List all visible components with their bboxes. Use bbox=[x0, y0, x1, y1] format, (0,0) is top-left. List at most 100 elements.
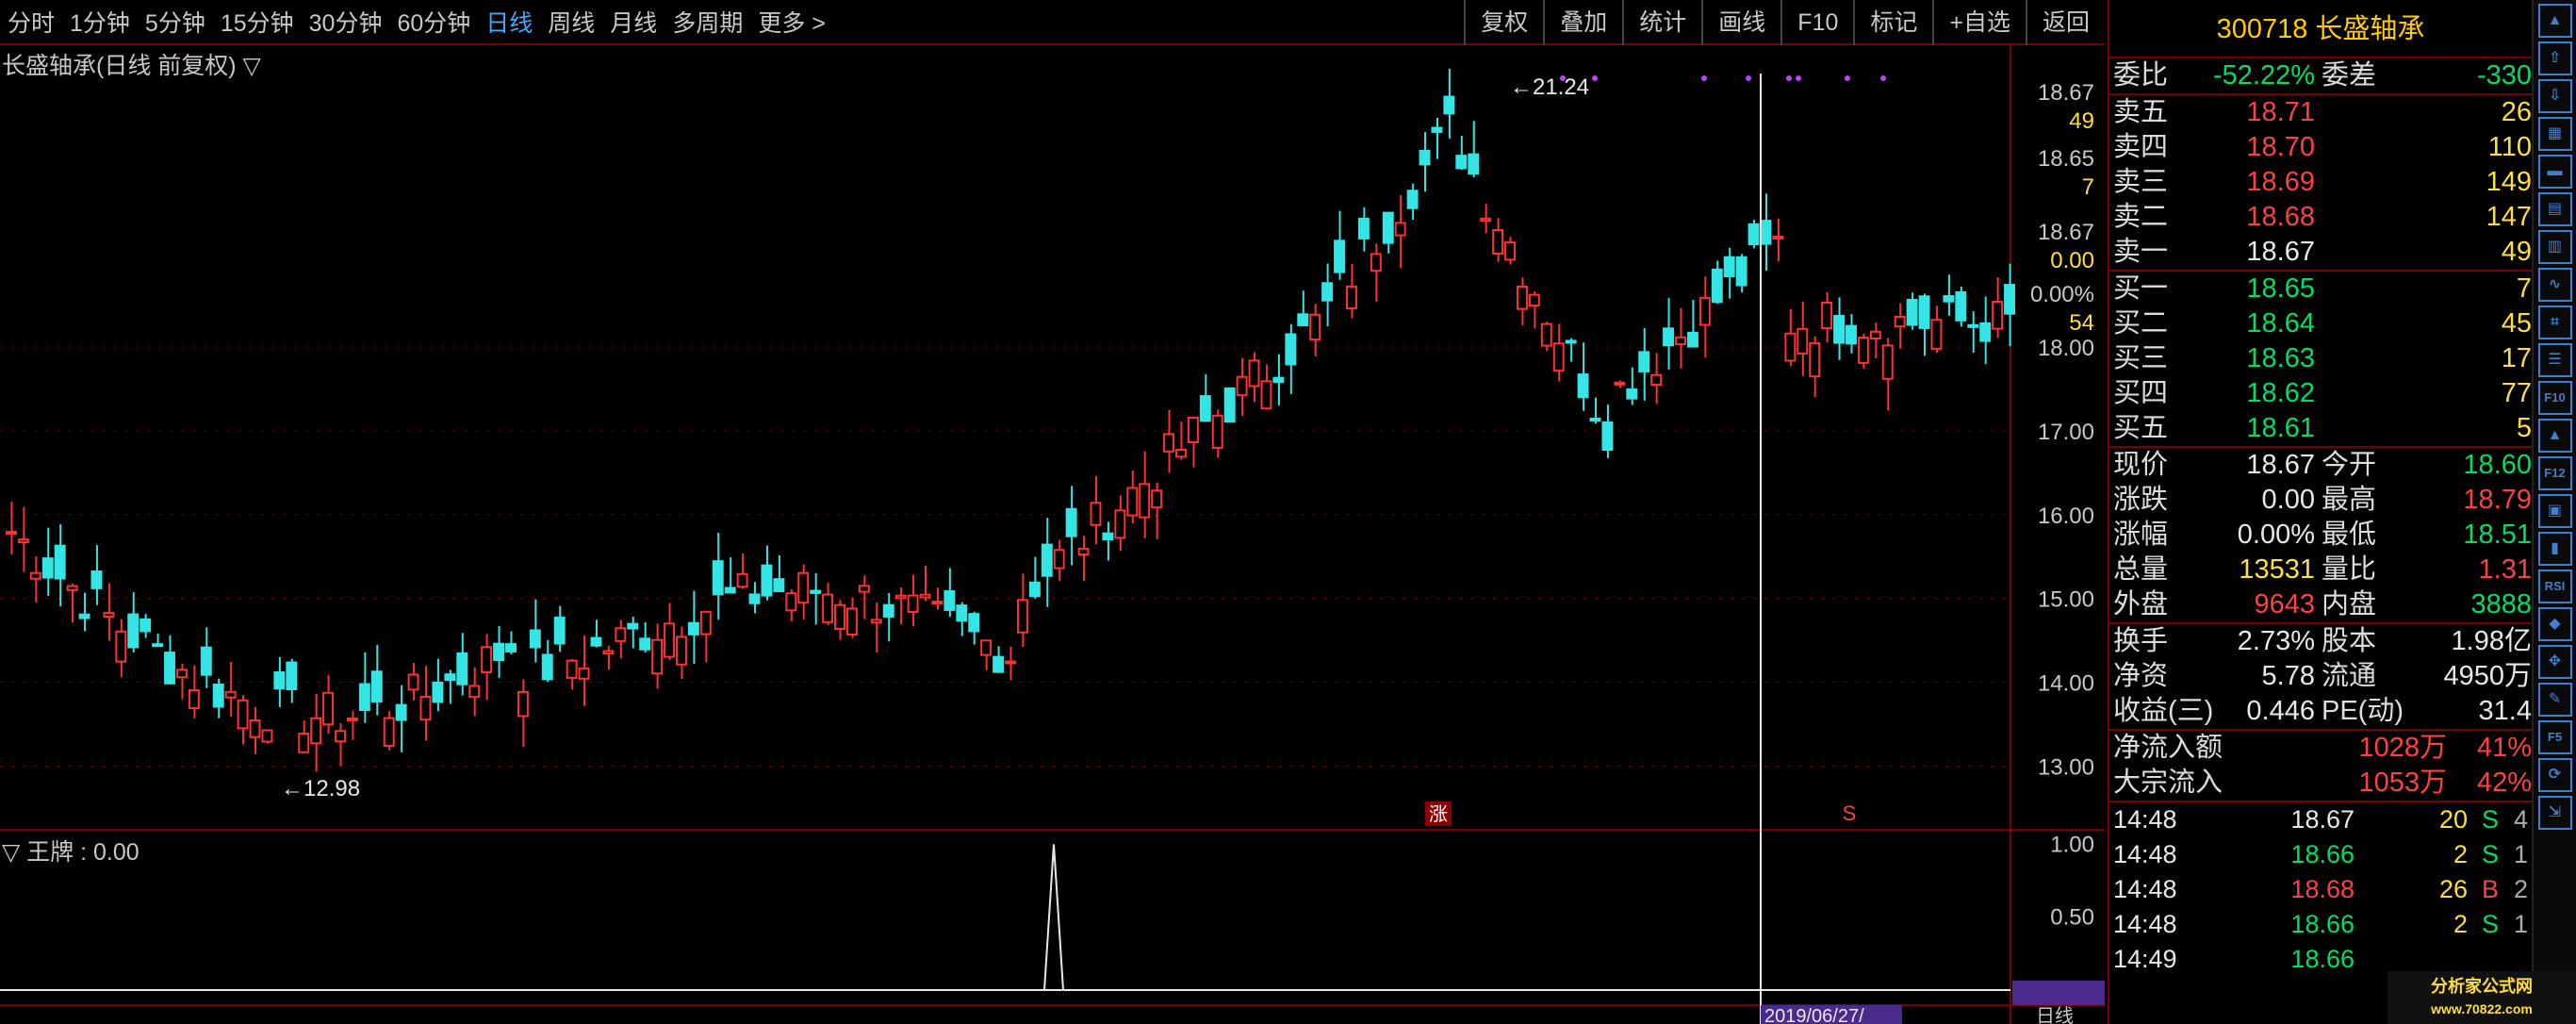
candle-body-52 bbox=[639, 637, 651, 651]
quote-label2: 今开 bbox=[2322, 450, 2377, 480]
fund-value: 2.73% bbox=[2237, 626, 2315, 656]
candle-body-88 bbox=[1077, 547, 1090, 556]
tab-9[interactable]: 多周期 bbox=[665, 5, 750, 39]
candle-body-136 bbox=[1663, 327, 1675, 347]
quote-row-4: 外盘 9643 内盘 3888 bbox=[2109, 587, 2532, 622]
tab-5[interactable]: 60分钟 bbox=[389, 5, 478, 39]
quote-value2: 18.51 bbox=[2463, 520, 2532, 550]
move-icon[interactable]: ✥ bbox=[2537, 645, 2572, 679]
candle-body-33 bbox=[407, 673, 419, 691]
table-icon[interactable]: ▥ bbox=[2537, 230, 2572, 264]
f5-icon[interactable]: F5 bbox=[2537, 720, 2572, 754]
stats-icon[interactable]: ▲ bbox=[2537, 419, 2572, 453]
ask-2-label: 卖三 bbox=[2113, 167, 2169, 197]
up-icon[interactable]: ▲ bbox=[2537, 4, 2572, 38]
tool-4[interactable]: F10 bbox=[1780, 0, 1853, 45]
candle-body-79 bbox=[968, 613, 980, 633]
f10-icon[interactable]: F10 bbox=[2537, 381, 2572, 415]
kline-chart[interactable]: 18.0017.0016.0015.0014.0013.0018.674918.… bbox=[0, 45, 2105, 1024]
tool-0[interactable]: 复权 bbox=[1464, 0, 1543, 45]
candle-body-137 bbox=[1675, 336, 1686, 346]
candle-body-11 bbox=[139, 618, 152, 633]
candle-body-27 bbox=[335, 730, 346, 743]
minus-icon[interactable]: ▬ bbox=[2537, 155, 2572, 189]
tab-1[interactable]: 1分钟 bbox=[62, 5, 138, 39]
refresh-icon[interactable]: ⟳ bbox=[2537, 758, 2572, 792]
candle-body-118 bbox=[1443, 95, 1455, 115]
top-axis-2: 18.65 bbox=[2038, 146, 2094, 172]
ask-4-row: 卖一 18.67 49 bbox=[2109, 235, 2532, 270]
candle-body-10 bbox=[127, 613, 139, 649]
bar-icon[interactable]: ▮ bbox=[2537, 532, 2572, 566]
up-arrow-icon[interactable]: ⇧ bbox=[2537, 41, 2572, 75]
quote-label2: 最高 bbox=[2322, 485, 2377, 515]
candle-body-70 bbox=[858, 585, 870, 593]
candle-body-146 bbox=[1784, 332, 1797, 362]
candle-body-138 bbox=[1686, 331, 1698, 348]
fundamentals: 换手 2.73% 股本 1.98亿 净资 5.78 流通 4950万 收益(三) 0.446 PE(… bbox=[2109, 622, 2532, 729]
candle-body-87 bbox=[1065, 507, 1077, 537]
ask-1-price: 18.70 bbox=[2246, 132, 2315, 162]
candle-body-92 bbox=[1126, 487, 1139, 517]
watermark-logo: 分析家公式网 www.70822.com bbox=[2387, 971, 2576, 1024]
candle-body-68 bbox=[834, 603, 845, 630]
tick-bs: S bbox=[2482, 805, 2500, 834]
tab-2[interactable]: 5分钟 bbox=[138, 5, 213, 39]
candle-body-91 bbox=[1114, 509, 1126, 539]
fund-value2: 4950万 bbox=[2443, 661, 2532, 691]
candle-body-8 bbox=[103, 611, 115, 618]
quote-value: 0.00% bbox=[2237, 520, 2315, 550]
rsi-icon[interactable]: RSI bbox=[2537, 570, 2572, 603]
candle-icon[interactable]: ⌗ bbox=[2537, 306, 2572, 339]
quote-label: 总量 bbox=[2113, 554, 2169, 585]
candle-body-98 bbox=[1199, 395, 1211, 422]
candle-body-14 bbox=[175, 669, 188, 679]
tool-2[interactable]: 统计 bbox=[1622, 0, 1701, 45]
tool-6[interactable]: +自选 bbox=[1932, 0, 2026, 45]
tick-price: 18.66 bbox=[2290, 840, 2354, 868]
signal-dot-6 bbox=[1845, 75, 1850, 81]
tool-1[interactable]: 叠加 bbox=[1543, 0, 1622, 45]
expand-icon[interactable]: ⇲ bbox=[2537, 796, 2572, 830]
candle-body-49 bbox=[602, 650, 615, 655]
tab-0[interactable]: 分时 bbox=[0, 5, 62, 39]
tab-7[interactable]: 周线 bbox=[540, 5, 602, 39]
candle-body-25 bbox=[310, 717, 322, 745]
candle-body-130 bbox=[1589, 417, 1601, 421]
tool-3[interactable]: 画线 bbox=[1701, 0, 1780, 45]
candle-body-24 bbox=[298, 733, 310, 753]
tab-4[interactable]: 30分钟 bbox=[302, 5, 390, 39]
candle-body-2 bbox=[29, 571, 41, 580]
candle-body-144 bbox=[1760, 220, 1772, 245]
tab-8[interactable]: 月线 bbox=[602, 5, 665, 39]
diamond-icon[interactable]: ◆ bbox=[2537, 607, 2572, 641]
bid-2-price: 18.63 bbox=[2246, 343, 2315, 373]
date-label: 2019/06/27/ bbox=[1764, 1006, 1864, 1024]
bid-1-label: 买二 bbox=[2113, 308, 2169, 339]
candle-body-155 bbox=[1894, 315, 1906, 328]
tab-3[interactable]: 15分钟 bbox=[213, 5, 302, 39]
line-chart-icon[interactable]: ∿ bbox=[2537, 268, 2572, 302]
tool-5[interactable]: 标记 bbox=[1853, 0, 1932, 45]
top-axis-4: 18.67 bbox=[2038, 220, 2094, 245]
candle-body-122 bbox=[1492, 228, 1504, 255]
tab-6[interactable]: 日线 bbox=[478, 5, 540, 39]
tool-7[interactable]: 返回 bbox=[2025, 0, 2105, 45]
fund-icon[interactable]: ▣ bbox=[2537, 494, 2572, 528]
candle-body-126 bbox=[1540, 322, 1552, 347]
pencil-icon[interactable]: ✎ bbox=[2537, 683, 2572, 717]
candle-body-1 bbox=[17, 538, 29, 544]
grid-icon[interactable]: ▤ bbox=[2537, 192, 2572, 226]
fund-row-2: 收益(三) 0.446 PE(动) 31.4 bbox=[2109, 694, 2532, 729]
flow-pct: 41% bbox=[2476, 733, 2532, 763]
candle-body-56 bbox=[687, 621, 699, 636]
calendar-icon[interactable]: ▦ bbox=[2537, 117, 2572, 151]
quote-panel: 300718 长盛轴承 委比 -52.22% 委差 -330 卖五 18.71 26… bbox=[2108, 0, 2532, 1024]
down-arrow-icon[interactable]: ⇩ bbox=[2537, 79, 2572, 113]
f12-icon[interactable]: F12 bbox=[2537, 456, 2572, 490]
tab-10[interactable]: 更多 > bbox=[750, 5, 833, 39]
bid-1-vol: 45 bbox=[2501, 308, 2532, 339]
bid-2-row: 买三 18.63 17 bbox=[2109, 341, 2532, 376]
bid-divider: 买一 18.65 7 买二 18.64 45 买三 18.63 17 买四 18.62 77 买五 18.… bbox=[2109, 270, 2532, 446]
list-icon[interactable]: ☰ bbox=[2537, 343, 2572, 377]
